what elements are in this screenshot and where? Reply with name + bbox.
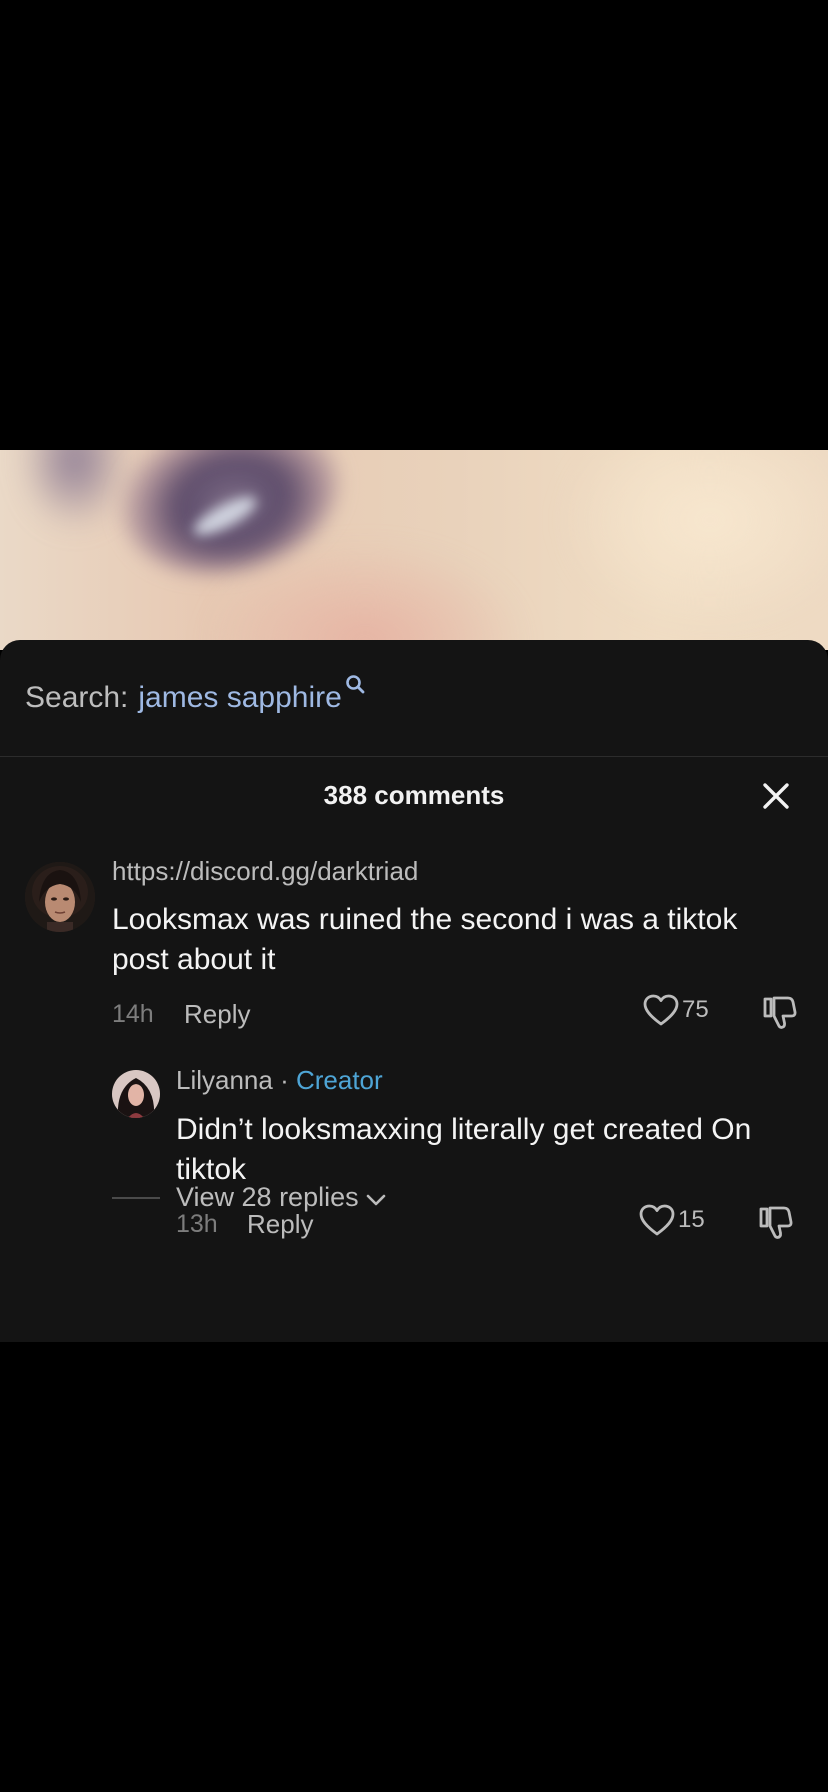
dislike-icon[interactable]	[756, 1204, 794, 1242]
search-icon	[346, 675, 365, 694]
search-suggestion[interactable]: Search: james sapphire	[25, 675, 365, 718]
heart-icon	[643, 994, 679, 1026]
like-count: 15	[678, 1206, 705, 1233]
dislike-icon[interactable]	[760, 994, 798, 1032]
comment-time: 14h	[112, 1000, 154, 1028]
avatar[interactable]	[112, 1070, 160, 1118]
reply-username-row: Lilyanna · Creator	[176, 1065, 383, 1096]
video-player[interactable]	[0, 0, 828, 650]
avatar[interactable]	[25, 862, 95, 932]
reply-text: Didn’t looksmaxxing literally get create…	[176, 1113, 752, 1186]
like-count: 75	[682, 996, 709, 1023]
reply-time: 13h	[176, 1210, 218, 1238]
divider	[0, 756, 828, 757]
heart-icon	[639, 1204, 675, 1236]
creator-badge: Creator	[295, 1065, 383, 1095]
video-frame	[0, 450, 828, 650]
search-label: Search:	[25, 681, 129, 714]
view-replies-button[interactable]: View 28 replies	[112, 1182, 387, 1213]
search-term[interactable]: james sapphire	[138, 681, 341, 715]
like-button[interactable]: 75	[642, 993, 709, 1027]
avatar-image	[112, 1070, 160, 1118]
view-replies-line	[112, 1196, 160, 1199]
close-icon[interactable]	[760, 780, 792, 812]
reply-username[interactable]: Lilyanna	[176, 1065, 273, 1095]
avatar-image	[25, 862, 95, 932]
reply-button[interactable]: Reply	[184, 999, 250, 1030]
comment-text: Looksmax was ruined the second i was a t…	[112, 903, 738, 976]
chevron-down-icon	[366, 1194, 385, 1205]
separator: ·	[272, 1065, 296, 1095]
view-replies-label: View 28 replies	[176, 1182, 359, 1212]
reply-button[interactable]: Reply	[247, 1209, 313, 1240]
like-button[interactable]: 15	[638, 1203, 705, 1237]
video-blur-shape	[560, 450, 828, 630]
comment-username[interactable]: https://discord.gg/darktriad	[112, 856, 418, 887]
video-blur-shape	[20, 450, 130, 530]
comments-count: 388 comments	[323, 780, 505, 810]
comments-sheet: Search: james sapphire 388 comments http…	[0, 640, 828, 1342]
